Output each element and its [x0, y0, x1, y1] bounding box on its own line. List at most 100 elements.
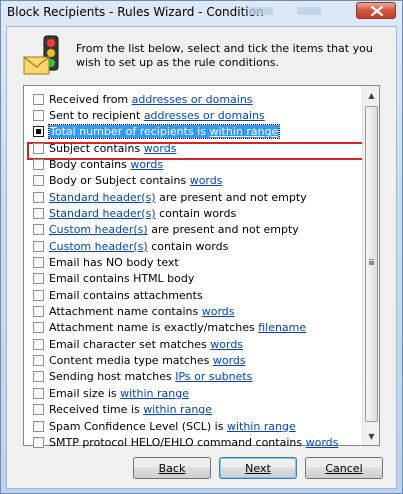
condition-link[interactable]: filename	[258, 321, 306, 334]
condition-checkbox[interactable]	[33, 306, 44, 318]
title-bar[interactable]: Block Recipients - Rules Wizard - Condit…	[1, 1, 402, 23]
condition-text: Content media type matches	[49, 354, 213, 368]
scroll-thumb[interactable]	[365, 106, 378, 422]
condition-item[interactable]: Spam Confidence Level (SCL) is within ra…	[27, 418, 362, 434]
close-button[interactable]	[356, 2, 396, 19]
condition-checkbox[interactable]	[33, 371, 44, 383]
condition-item[interactable]: Email contains HTML body	[27, 271, 362, 287]
condition-checkbox[interactable]	[33, 158, 44, 170]
condition-link[interactable]: words	[144, 142, 177, 155]
condition-checkbox[interactable]	[33, 289, 44, 301]
condition-link[interactable]: words	[306, 436, 339, 449]
scroll-up-arrow-icon[interactable]: ▲	[365, 88, 378, 102]
condition-text: Email has NO body text	[49, 256, 179, 269]
condition-checkbox[interactable]	[33, 404, 44, 416]
condition-label: Attachment name is exactly/matches filen…	[49, 321, 306, 334]
condition-text: Email character set matches	[49, 337, 211, 351]
condition-label: Email character set matches words	[49, 338, 243, 351]
condition-text: Spam Confidence Level (SCL) is	[49, 419, 227, 433]
condition-text: Received time is	[49, 403, 144, 417]
condition-checkbox[interactable]	[33, 355, 44, 367]
condition-label: Body or Subject contains words	[49, 174, 222, 187]
condition-checkbox[interactable]	[33, 142, 44, 154]
condition-link[interactable]: words	[213, 354, 246, 367]
condition-label: Subject contains words	[49, 142, 176, 155]
condition-link[interactable]: within range	[120, 387, 189, 400]
close-icon	[371, 6, 383, 16]
condition-label: Sent to recipient addresses or domains	[49, 109, 265, 122]
condition-checkbox[interactable]	[33, 257, 44, 268]
condition-item[interactable]: Body or Subject contains words	[27, 173, 362, 189]
condition-link[interactable]: addresses or domains	[132, 93, 253, 106]
condition-item[interactable]: Attachment name contains words	[27, 304, 362, 320]
condition-text: Email contains attachments	[49, 288, 203, 302]
condition-item[interactable]: Standard header(s) contain words	[27, 205, 362, 221]
condition-item[interactable]: Sent to recipient addresses or domains	[27, 107, 362, 123]
condition-link[interactable]: IPs or subnets	[175, 370, 252, 383]
cancel-button[interactable]: Cancel	[305, 457, 383, 479]
condition-text: are present and not empty	[147, 223, 299, 237]
condition-label: Received from addresses or domains	[49, 93, 253, 106]
condition-checkbox[interactable]	[33, 224, 44, 236]
next-button[interactable]: Next	[219, 457, 297, 479]
condition-link[interactable]: within range	[209, 125, 278, 138]
condition-checkbox[interactable]	[33, 387, 44, 399]
condition-item[interactable]: Email contains attachments	[27, 287, 362, 303]
condition-checkbox[interactable]	[33, 207, 44, 219]
condition-link[interactable]: words	[190, 174, 223, 187]
condition-label: Standard header(s) contain words	[49, 207, 236, 220]
condition-link[interactable]: words	[210, 338, 243, 351]
condition-label: Attachment name contains words	[49, 305, 235, 318]
condition-item[interactable]: Content media type matches words	[27, 353, 362, 369]
condition-label: SMTP protocol HELO/EHLO command contains…	[49, 436, 338, 449]
condition-checkbox[interactable]	[33, 109, 44, 121]
next-label: Next	[245, 461, 271, 475]
condition-label: Content media type matches words	[49, 354, 246, 367]
condition-link[interactable]: Custom header(s)	[49, 223, 148, 236]
condition-link[interactable]: Standard header(s)	[49, 207, 156, 220]
condition-text: contain words	[155, 206, 237, 220]
condition-label: Total number of recipients is within ran…	[47, 124, 281, 140]
condition-checkbox[interactable]	[33, 126, 44, 138]
condition-item[interactable]: Custom header(s) are present and not emp…	[27, 222, 362, 238]
condition-checkbox[interactable]	[33, 273, 44, 285]
condition-item[interactable]: Sending host matches IPs or subnets	[27, 369, 362, 385]
condition-link[interactable]: within range	[143, 403, 212, 416]
conditions-list[interactable]: ▲ ▼ Received from addresses or domains Se…	[23, 85, 380, 449]
condition-item[interactable]: Attachment name is exactly/matches filen…	[27, 320, 362, 336]
condition-link[interactable]: Standard header(s)	[49, 191, 156, 204]
condition-checkbox[interactable]	[33, 338, 44, 350]
condition-checkbox[interactable]	[33, 175, 44, 187]
condition-item[interactable]: Custom header(s) contain words	[27, 238, 362, 254]
condition-text: Email contains HTML body	[49, 272, 195, 286]
condition-item[interactable]: Email size is within range	[27, 385, 362, 401]
condition-label: Email size is within range	[49, 387, 189, 400]
condition-link[interactable]: addresses or domains	[144, 109, 265, 122]
condition-item[interactable]: Body contains words	[27, 156, 362, 172]
condition-text: SMTP protocol HELO/EHLO command contains	[49, 435, 306, 449]
condition-item[interactable]: Standard header(s) are present and not e…	[27, 189, 362, 205]
back-button[interactable]: Back	[133, 457, 211, 479]
condition-link[interactable]: words	[130, 158, 163, 171]
condition-checkbox[interactable]	[33, 322, 44, 334]
condition-checkbox[interactable]	[33, 436, 44, 448]
condition-item[interactable]: Email has NO body text	[27, 255, 362, 271]
condition-checkbox[interactable]	[33, 191, 44, 203]
condition-item[interactable]: Subject contains words	[27, 140, 362, 156]
condition-item[interactable]: Email character set matches words	[27, 336, 362, 352]
condition-checkbox[interactable]	[33, 240, 44, 252]
traffic-light-envelope-icon	[22, 35, 62, 77]
condition-link[interactable]: words	[202, 305, 235, 318]
scroll-down-arrow-icon[interactable]: ▼	[365, 429, 378, 443]
condition-text: Attachment name is exactly/matches	[49, 321, 259, 335]
condition-checkbox[interactable]	[33, 93, 44, 105]
condition-item[interactable]: Total number of recipients is within ran…	[27, 124, 362, 140]
condition-link[interactable]: within range	[227, 420, 296, 433]
vertical-scrollbar[interactable]: ▲ ▼	[362, 86, 379, 445]
condition-item[interactable]: Received time is within range	[27, 402, 362, 418]
condition-text: are present and not empty	[155, 190, 307, 204]
condition-item[interactable]: SMTP protocol HELO/EHLO command contains…	[27, 434, 362, 450]
condition-link[interactable]: Custom header(s)	[49, 240, 148, 253]
condition-item[interactable]: Received from addresses or domains	[27, 91, 362, 107]
condition-checkbox[interactable]	[33, 420, 44, 432]
